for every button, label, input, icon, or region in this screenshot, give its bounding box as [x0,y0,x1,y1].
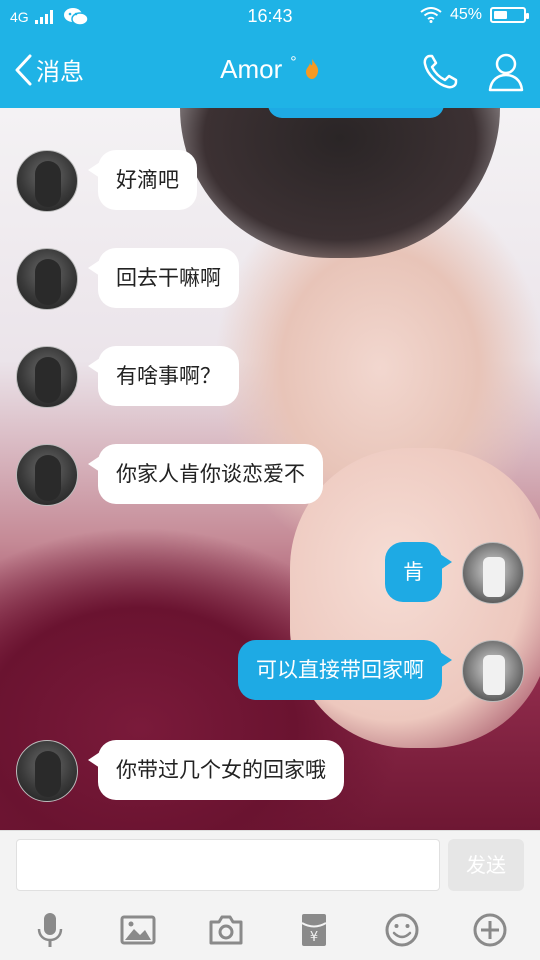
message-input[interactable] [16,839,440,891]
message-bubble[interactable]: 有啥事啊？ [88,346,239,406]
contact-avatar[interactable] [16,248,78,310]
wifi-icon [420,7,442,23]
svg-text:¥: ¥ [310,930,318,945]
message-in: 有啥事啊？ [16,346,239,408]
my-avatar[interactable] [462,542,524,604]
microphone-icon[interactable] [30,910,70,950]
flame-icon [305,59,319,79]
battery-icon [490,7,529,23]
image-icon[interactable] [118,910,158,950]
message-bubble[interactable]: 好滴吧 [88,150,197,210]
message-in: 你带过几个女的回家哦 [16,740,344,802]
title-suffix: ° [290,54,297,71]
message-bubble[interactable]: 回去干嘛啊 [88,248,239,308]
battery-percent: 45% [449,6,482,23]
bottom-toolbar: ¥ [0,900,540,960]
contact-avatar[interactable] [16,346,78,408]
phone-icon[interactable] [418,50,462,94]
message-bubble[interactable]: 你带过几个女的回家哦 [88,740,344,800]
status-bar: 4G 16:43 45% [0,0,540,34]
send-button[interactable]: 发送 [448,839,524,891]
profile-icon[interactable] [484,50,528,94]
camera-icon[interactable] [206,910,246,950]
my-avatar[interactable] [462,640,524,702]
chat-header: 消息 Amor ° [0,34,540,108]
status-right: 45% [420,6,529,24]
message-in: 你家人肯你谈恋爱不 [16,444,323,506]
contact-avatar[interactable] [16,740,78,802]
contact-name: Amor [220,54,283,84]
emoji-icon[interactable] [382,910,422,950]
red-packet-icon[interactable]: ¥ [294,910,334,950]
background-photo-hair [180,108,500,258]
input-bar: 发送 [0,830,540,901]
contact-avatar[interactable] [16,444,78,506]
message-in: 回去干嘛啊 [16,248,239,310]
message-bubble[interactable]: 可以直接带回家啊 [238,640,452,700]
contact-avatar[interactable] [16,150,78,212]
message-out: 肯 [385,542,524,604]
message-in: 好滴吧 [16,150,197,212]
message-out: 可以直接带回家啊 [238,640,524,702]
plus-icon[interactable] [470,910,510,950]
message-bubble[interactable]: 肯 [385,542,452,602]
message-bubble[interactable]: 你家人肯你谈恋爱不 [88,444,323,504]
chat-area[interactable]: 好滴吧 回去干嘛啊 有啥事啊？ 你家人肯你谈恋爱不 肯 可以直接带回家啊 你带过… [0,108,540,830]
previous-message-edge [268,108,444,118]
